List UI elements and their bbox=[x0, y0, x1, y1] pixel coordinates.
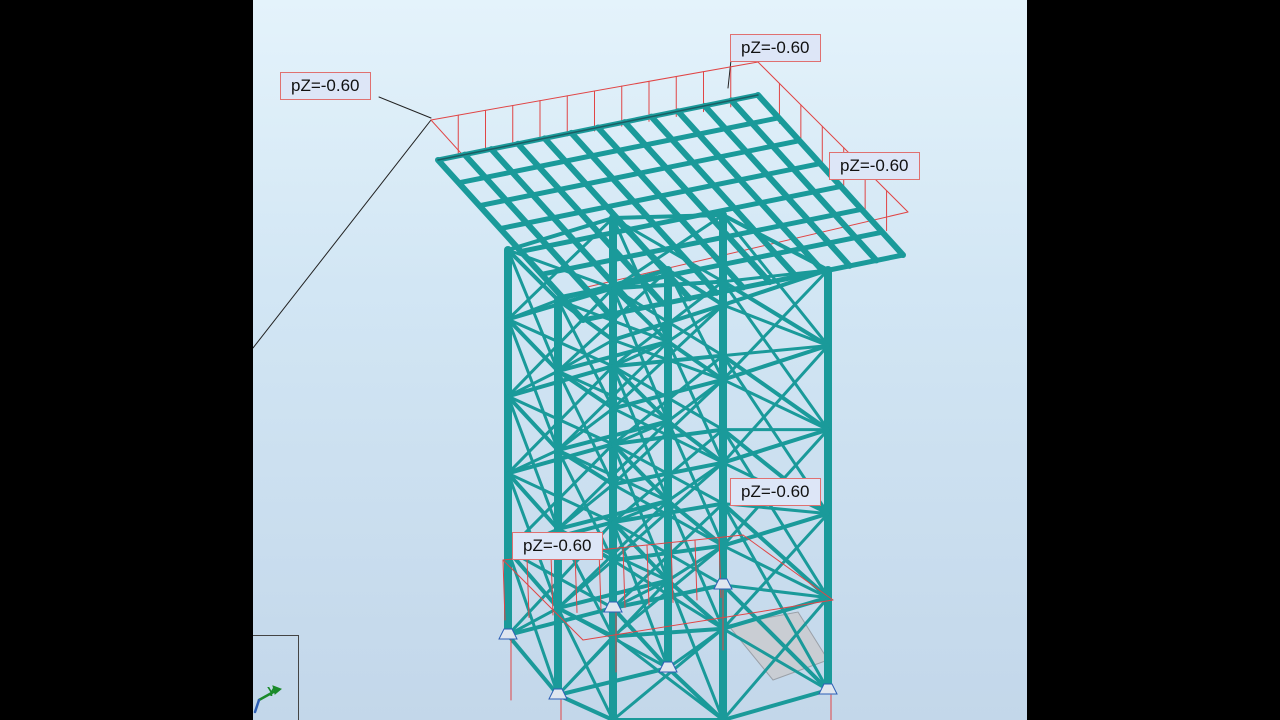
leader-line bbox=[378, 96, 432, 119]
tower-beam bbox=[506, 394, 560, 453]
3d-viewport[interactable]: pZ=-0.60 pZ=-0.60 pZ=-0.60 pZ=-0.60 pZ=-… bbox=[253, 0, 1027, 720]
load-label-mid-right[interactable]: pZ=-0.60 bbox=[730, 478, 821, 506]
tower-beam bbox=[666, 666, 725, 720]
tower-beam bbox=[506, 633, 560, 697]
tower-beam bbox=[721, 353, 830, 432]
tower-brace bbox=[666, 627, 725, 670]
tower-beam bbox=[506, 471, 560, 532]
load-label-mid-left[interactable]: pZ=-0.60 bbox=[512, 532, 603, 560]
tower-brace bbox=[506, 606, 560, 637]
load-label-right[interactable]: pZ=-0.60 bbox=[829, 152, 920, 180]
tower-beam bbox=[611, 442, 670, 503]
tower-beam bbox=[721, 688, 830, 720]
load-label-top-left[interactable]: pZ=-0.60 bbox=[280, 72, 371, 100]
tower-beam bbox=[611, 213, 725, 220]
axis-triad: Y bbox=[253, 635, 299, 720]
axis-y-label: Y bbox=[267, 684, 276, 699]
tower-brace bbox=[506, 298, 560, 321]
leader-line bbox=[253, 119, 432, 349]
tower-brace bbox=[666, 303, 725, 344]
load-label-top-right[interactable]: pZ=-0.60 bbox=[730, 34, 821, 62]
tower-beam bbox=[506, 317, 560, 374]
tower-beam bbox=[721, 279, 830, 348]
structure-model[interactable] bbox=[253, 0, 1027, 720]
